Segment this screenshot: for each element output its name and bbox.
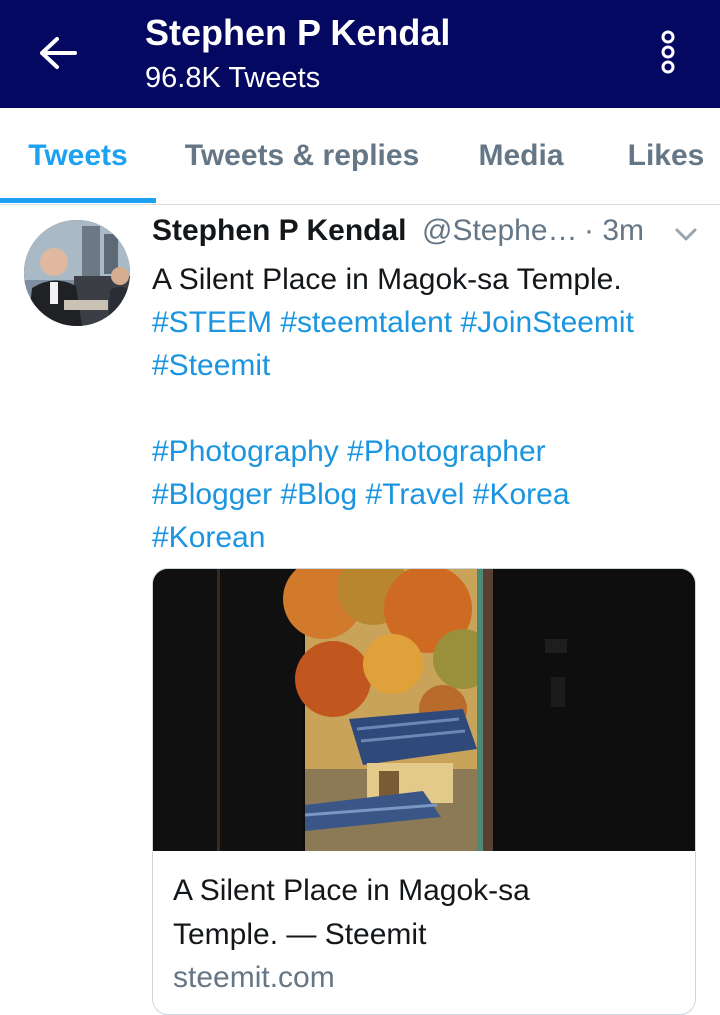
hashtag-row: #Blogger #Blog #Travel #Korea	[152, 473, 712, 516]
tweet-author-handle[interactable]: @Stephe…	[422, 214, 578, 248]
card-title: A Silent Place in Magok-sa Temple. — Ste…	[173, 869, 673, 957]
tab-likes[interactable]: Likes	[612, 108, 720, 204]
tab-tweets-and-replies[interactable]: Tweets & replies	[164, 108, 440, 204]
tweet-time: · 3m	[584, 214, 644, 248]
more-options-button[interactable]	[652, 26, 684, 78]
hashtag-row: #Steemit	[152, 344, 712, 387]
profile-name: Stephen P Kendal	[145, 12, 451, 53]
profile-tabs: Tweets Tweets & replies Media Likes	[0, 108, 720, 205]
hashtag-link[interactable]: #STEEM	[152, 306, 272, 339]
tweet-text: A Silent Place in Magok-sa Temple. #STEE…	[152, 258, 712, 559]
active-tab-indicator	[0, 198, 156, 203]
tweet-author-name[interactable]: Stephen P Kendal	[152, 214, 407, 248]
card-domain: steemit.com	[173, 961, 335, 994]
hashtag-link[interactable]: #steemtalent	[280, 306, 452, 339]
card-image	[153, 569, 695, 851]
tab-media[interactable]: Media	[462, 108, 580, 204]
tweet-timestamp: 3m	[602, 214, 645, 247]
tab-tweets[interactable]: Tweets	[0, 108, 156, 204]
line-break	[152, 387, 712, 430]
link-preview-card[interactable]: A Silent Place in Magok-sa Temple. — Ste…	[152, 568, 696, 1015]
hashtag-link[interactable]: #Blog	[280, 478, 357, 511]
time-separator: ·	[584, 214, 594, 247]
avatar[interactable]	[24, 220, 130, 326]
hashtag-link[interactable]: #Travel	[366, 478, 465, 511]
more-vertical-icon	[661, 30, 675, 74]
hashtag-link[interactable]: #Korea	[473, 478, 570, 511]
hashtag-row: #Photography #Photographer	[152, 430, 712, 473]
tweet-header: Stephen P Kendal @Stephe… · 3m	[152, 214, 697, 258]
hashtag-link[interactable]: #Steemit	[152, 349, 270, 382]
back-button[interactable]	[34, 30, 80, 76]
card-title-line: Temple. — Steemit	[173, 918, 427, 951]
hashtag-link[interactable]: #Photography	[152, 435, 339, 468]
hashtag-link[interactable]: #JoinSteemit	[461, 306, 634, 339]
hashtag-row: #STEEM #steemtalent #JoinSteemit	[152, 301, 712, 344]
arrow-left-icon	[40, 37, 77, 69]
hashtag-link[interactable]: #Blogger	[152, 478, 272, 511]
chevron-down-icon[interactable]	[672, 224, 700, 246]
profile-header: Stephen P Kendal 96.8K Tweets	[0, 0, 720, 108]
card-title-line: A Silent Place in Magok-sa	[173, 874, 530, 907]
tweet-text-line: A Silent Place in Magok-sa Temple.	[152, 263, 622, 296]
hashtag-link[interactable]: #Photographer	[347, 435, 546, 468]
hashtag-row: #Korean	[152, 516, 712, 559]
hashtag-link[interactable]: #Korean	[152, 521, 265, 554]
tweet-count: 96.8K Tweets	[145, 62, 321, 94]
